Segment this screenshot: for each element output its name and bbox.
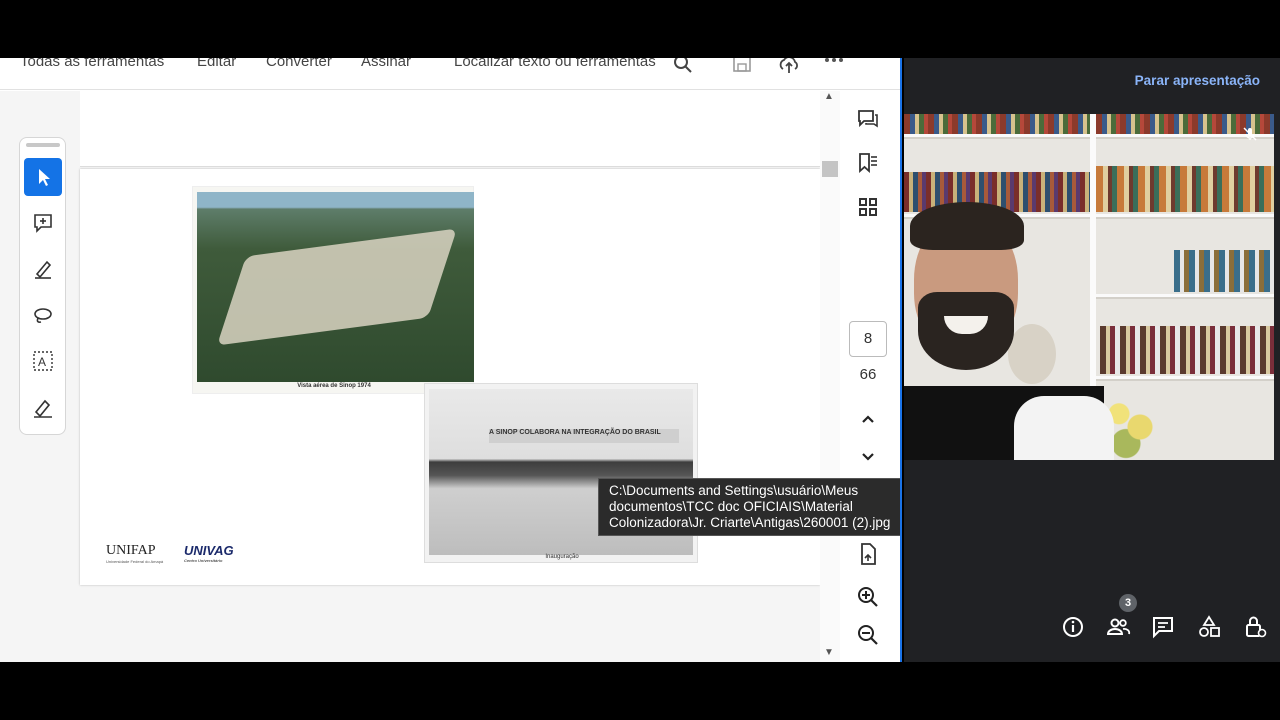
search-tools-label[interactable]: Localizar texto ou ferramentas <box>454 58 656 70</box>
menu-edit[interactable]: Editar <box>197 58 236 70</box>
page-total: 66 <box>859 366 877 383</box>
thumbnails-icon[interactable] <box>856 195 880 219</box>
comments-icon[interactable] <box>856 107 880 131</box>
books-row <box>904 114 1274 134</box>
presenter <box>904 196 1114 460</box>
menu-all-tools[interactable]: Todas as ferramentas <box>20 58 164 70</box>
search-icon[interactable] <box>672 58 694 74</box>
zoom-in-icon[interactable] <box>856 585 880 609</box>
inauguration-banner: A SINOP COLABORA NA INTEGRAÇÃO DO BRASIL <box>489 429 679 443</box>
page-number-input[interactable]: 8 <box>849 321 887 357</box>
shelf <box>1094 294 1274 299</box>
right-rail: 8 66 <box>840 91 900 662</box>
shelf <box>1094 376 1274 381</box>
svg-text:A: A <box>38 355 46 369</box>
pdf-viewer: Todas as ferramentas Editar Converter As… <box>0 58 902 662</box>
scroll-down-arrow[interactable]: ▼ <box>824 647 834 658</box>
scroll-thumb[interactable] <box>822 161 838 177</box>
bookmarks-icon[interactable] <box>856 151 880 175</box>
chat-icon[interactable] <box>1150 614 1176 640</box>
screen-frame: Todas as ferramentas Editar Converter As… <box>0 0 1280 720</box>
image-path-tooltip: C:\Documents and Settings\usuário\Meus d… <box>598 478 900 536</box>
participant-video <box>904 114 1274 460</box>
books-row <box>1174 250 1274 292</box>
books-row <box>1096 166 1274 212</box>
select-tool-button[interactable] <box>24 158 62 196</box>
menu-convert[interactable]: Converter <box>266 58 332 70</box>
vertical-scrollbar[interactable]: ▲ ▼ <box>820 91 840 662</box>
panel-grip[interactable] <box>26 143 60 147</box>
text-select-button[interactable]: A <box>24 342 62 380</box>
univag-logo-subtitle: Centro Universitário <box>184 558 223 563</box>
participants-count-badge: 3 <box>1119 594 1137 612</box>
info-icon[interactable] <box>1060 614 1086 640</box>
shelf <box>904 134 1274 139</box>
inauguration-photo-caption: Inauguração <box>545 554 579 560</box>
univag-logo: UNIVAG Centro Universitário <box>184 543 234 563</box>
zoom-out-icon[interactable] <box>856 623 880 647</box>
unifap-logo-subtitle: Universidade Federal do Amapá <box>106 559 164 564</box>
inauguration-photo[interactable]: A SINOP COLABORA NA INTEGRAÇÃO DO BRASIL… <box>424 383 698 563</box>
lasso-draw-icon <box>34 308 52 323</box>
sign-button[interactable] <box>24 388 62 426</box>
highlight-button[interactable] <box>24 250 62 288</box>
host-controls-icon[interactable] <box>1242 614 1268 640</box>
file-export-icon[interactable] <box>856 542 880 566</box>
save-icon[interactable] <box>731 58 753 74</box>
menu-sign[interactable]: Assinar <box>361 58 411 70</box>
meet-panel: Parar apresentação 3 <box>904 58 1280 662</box>
books-row <box>1100 326 1274 374</box>
cloud-upload-icon[interactable] <box>778 58 800 74</box>
mic-off-icon <box>1242 126 1258 142</box>
unifap-logo-text: UNIFAP <box>106 543 156 558</box>
draw-button[interactable] <box>24 296 62 334</box>
text-select-icon: A <box>33 351 53 371</box>
univag-logo-text: UNIVAG <box>184 543 234 558</box>
chevron-down-icon[interactable] <box>856 445 880 469</box>
people-icon[interactable] <box>1105 614 1131 640</box>
stop-presenting-button[interactable]: Parar apresentação <box>1135 73 1260 88</box>
signature-icon <box>34 399 52 418</box>
add-comment-button[interactable] <box>24 204 62 242</box>
aerial-photo-image <box>197 192 474 382</box>
quick-tools-panel: A <box>19 137 66 435</box>
chevron-up-icon[interactable] <box>856 407 880 431</box>
highlight-pen-icon <box>35 260 52 279</box>
unifap-logo: UNIFAP Universidade Federal do Amapá <box>106 543 163 564</box>
viewer-toolbar: Todas as ferramentas Editar Converter As… <box>0 58 900 90</box>
document-canvas[interactable]: Vista aérea de Sinop 1974 A SINOP COLABO… <box>0 91 820 662</box>
scroll-up-arrow[interactable]: ▲ <box>824 91 834 102</box>
previous-page-end <box>80 91 820 167</box>
cursor-icon <box>39 169 50 186</box>
activities-icon[interactable] <box>1196 614 1222 640</box>
more-options-icon[interactable] <box>823 58 845 74</box>
aerial-photo[interactable]: Vista aérea de Sinop 1974 <box>192 186 474 394</box>
add-comment-icon <box>34 214 52 233</box>
